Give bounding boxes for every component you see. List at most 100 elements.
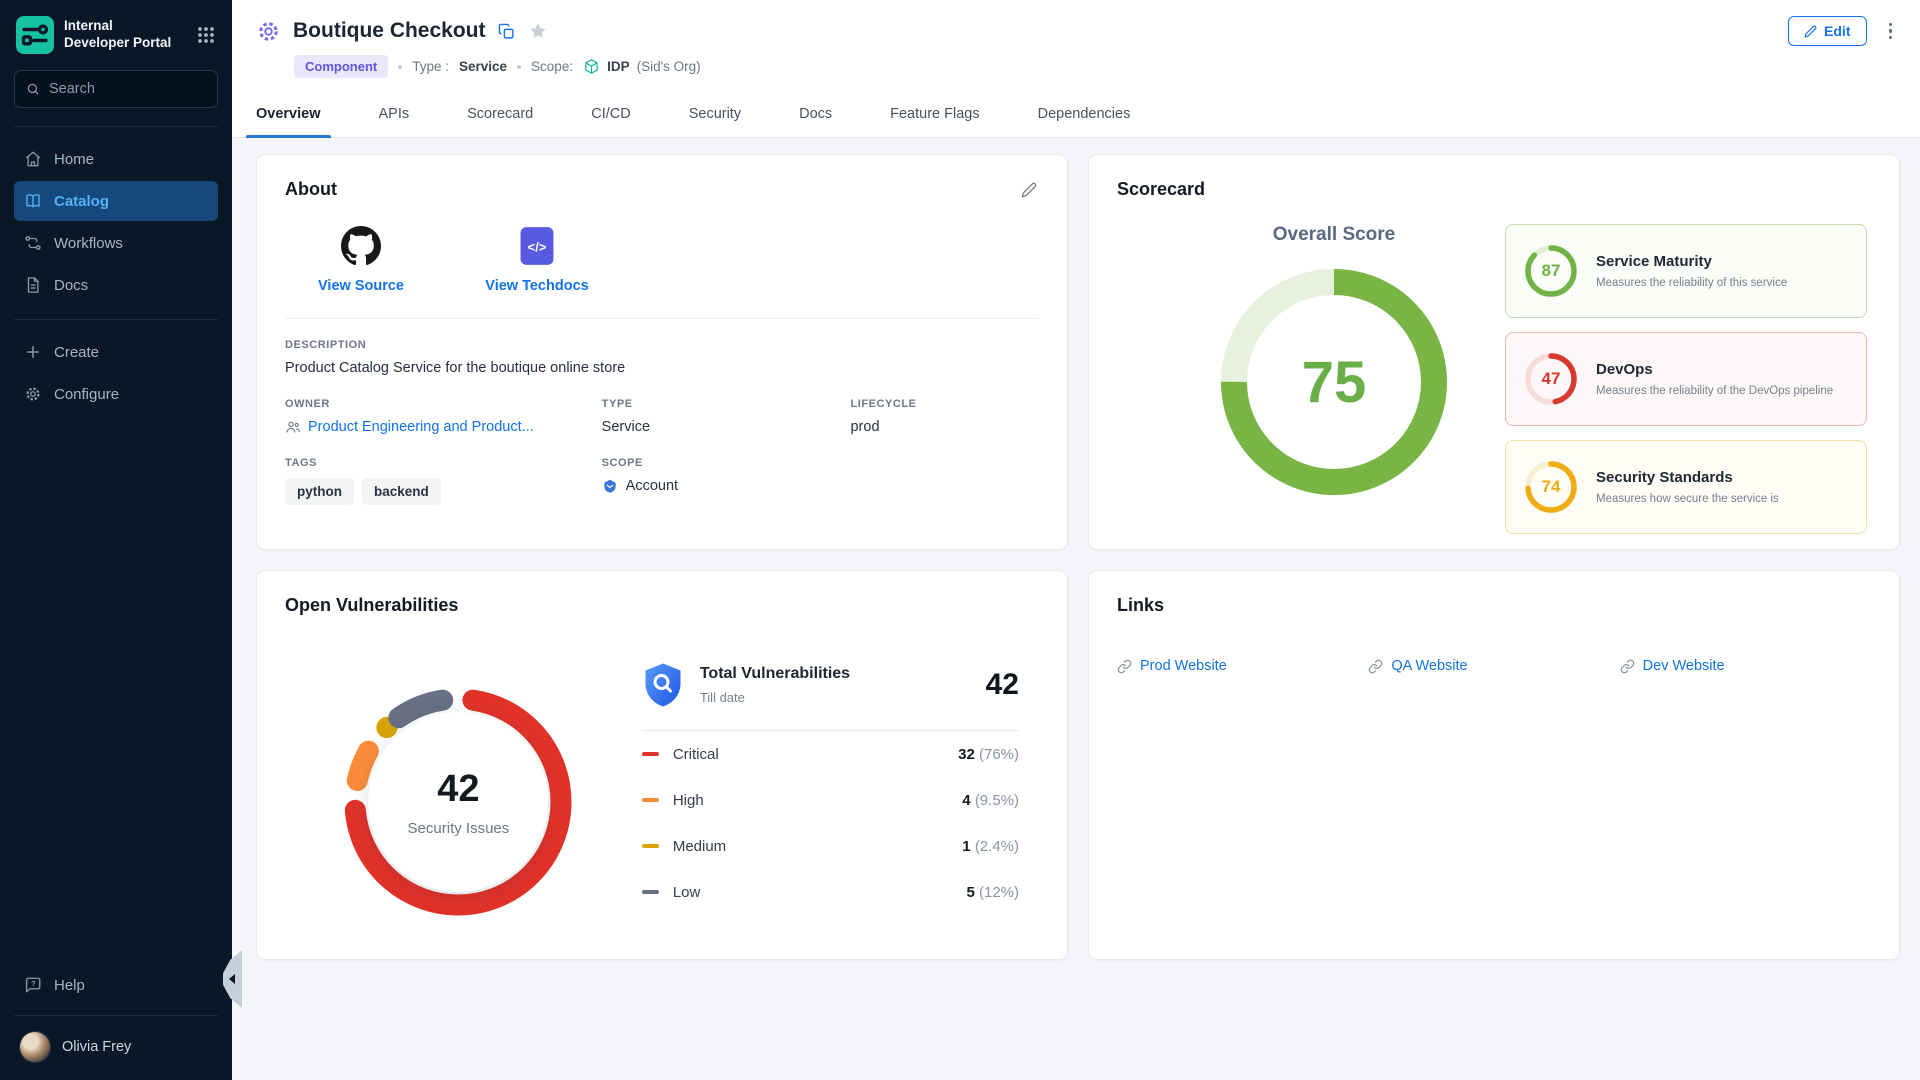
dot-separator xyxy=(398,65,402,69)
scope-value: IDP (Sid's Org) xyxy=(583,58,701,75)
home-icon xyxy=(24,150,42,168)
tab-overview[interactable]: Overview xyxy=(246,90,331,137)
tab-apis[interactable]: APIs xyxy=(369,90,420,137)
legend-row-medium: Medium 1 (2.4%) xyxy=(642,823,1019,869)
tag-backend[interactable]: backend xyxy=(362,478,441,505)
vulnerabilities-title: Open Vulnerabilities xyxy=(285,595,458,616)
tab-scorecard[interactable]: Scorecard xyxy=(457,90,543,137)
legend-row-low: Low 5 (12%) xyxy=(642,869,1019,915)
chevron-left-icon xyxy=(229,974,235,984)
more-options-icon[interactable] xyxy=(1885,19,1897,44)
tab-cicd[interactable]: CI/CD xyxy=(581,90,640,137)
sidebar-divider xyxy=(14,1015,218,1016)
app-root: Internal Developer Portal Home Catalog W… xyxy=(0,0,1920,1080)
user-menu[interactable]: Olivia Frey xyxy=(14,1022,218,1062)
user-name: Olivia Frey xyxy=(62,1039,131,1055)
owner-link[interactable]: Product Engineering and Product... xyxy=(285,419,602,435)
about-card: About View Source </> View Techdocs xyxy=(256,154,1068,550)
view-techdocs-link[interactable]: </> View Techdocs xyxy=(485,226,589,294)
main-area: Boutique Checkout Edit Component xyxy=(232,0,1920,1080)
catalog-icon xyxy=(24,192,42,210)
sidebar-item-create[interactable]: Create xyxy=(14,332,218,372)
edit-button[interactable]: Edit xyxy=(1788,16,1866,46)
links-card: Links Prod Website QA Website xyxy=(1088,570,1900,960)
sidebar-item-home[interactable]: Home xyxy=(14,139,218,179)
tag-python[interactable]: python xyxy=(285,478,354,505)
critical-dash xyxy=(642,752,659,757)
pencil-icon xyxy=(1804,25,1817,38)
link-qa-website[interactable]: QA Website xyxy=(1368,658,1619,674)
favorite-star-icon[interactable] xyxy=(527,20,549,42)
sidebar-item-docs[interactable]: Docs xyxy=(14,265,218,305)
component-badge: Component xyxy=(294,55,388,78)
lifecycle-field: prod xyxy=(850,419,1039,435)
sidebar-search[interactable] xyxy=(14,70,218,108)
link-dev-website[interactable]: Dev Website xyxy=(1620,658,1871,674)
divider xyxy=(285,318,1039,319)
help-icon: ? xyxy=(24,976,42,994)
sidebar-divider xyxy=(14,319,218,320)
copy-icon[interactable] xyxy=(496,21,517,42)
search-icon xyxy=(26,81,40,97)
sidebar-item-workflows[interactable]: Workflows xyxy=(14,223,218,263)
user-avatar xyxy=(20,1032,50,1062)
page-title: Boutique Checkout xyxy=(293,19,486,43)
legend-row-critical: Critical 32 (76%) xyxy=(642,731,1019,777)
about-edit-pencil-icon[interactable] xyxy=(1019,180,1039,200)
vulnerabilities-card: Open Vulnerabilities xyxy=(256,570,1068,960)
view-source-link[interactable]: View Source xyxy=(309,226,413,294)
search-input[interactable] xyxy=(49,81,206,97)
sidebar-divider xyxy=(14,126,218,127)
component-gear-icon xyxy=(256,19,281,44)
scorecard-title: Scorecard xyxy=(1117,179,1205,200)
medium-dash xyxy=(642,844,659,849)
score-item-security-standards[interactable]: 74 Security Standards Measures how secur… xyxy=(1505,440,1867,534)
type-field: Service xyxy=(602,419,851,435)
score-item-service-maturity[interactable]: 87 Service Maturity Measures the reliabi… xyxy=(1505,224,1867,318)
scorecard-card: Scorecard Overall Score 75 xyxy=(1088,154,1900,550)
score-ring: 87 xyxy=(1522,242,1580,300)
low-dash xyxy=(642,890,659,895)
content-area: About View Source </> View Techdocs xyxy=(232,138,1920,1080)
link-icon xyxy=(1620,659,1635,674)
score-ring: 47 xyxy=(1522,350,1580,408)
sidebar-bottom: ? Help Olivia Frey xyxy=(14,965,218,1062)
sidebar-item-help[interactable]: ? Help xyxy=(14,965,218,1005)
description-value: Product Catalog Service for the boutique… xyxy=(285,360,1039,376)
portal-logo-icon xyxy=(16,16,54,54)
link-icon xyxy=(1368,659,1383,674)
score-item-devops[interactable]: 47 DevOps Measures the reliability of th… xyxy=(1505,332,1867,426)
about-title: About xyxy=(285,179,337,200)
account-scope-icon xyxy=(602,478,618,494)
sidebar-item-catalog[interactable]: Catalog xyxy=(14,181,218,221)
total-vulnerabilities-value: 42 xyxy=(986,668,1019,702)
tab-security[interactable]: Security xyxy=(679,90,751,137)
breadcrumb: Component Type : Service Scope: IDP (Sid… xyxy=(294,55,1896,90)
logo-row: Internal Developer Portal xyxy=(14,0,218,70)
vulnerabilities-donut: 42 Security Issues xyxy=(332,676,584,928)
tab-dependencies[interactable]: Dependencies xyxy=(1028,90,1141,137)
sidebar-item-configure[interactable]: Configure xyxy=(14,374,218,414)
shield-scan-icon xyxy=(642,662,684,708)
sidebar: Internal Developer Portal Home Catalog W… xyxy=(0,0,232,1080)
team-icon xyxy=(285,419,301,435)
overall-score-label: Overall Score xyxy=(1273,224,1396,246)
security-issues-count: 42 xyxy=(437,768,479,811)
legend-row-high: High 4 (9.5%) xyxy=(642,777,1019,823)
app-grid-icon[interactable] xyxy=(196,25,216,45)
link-icon xyxy=(1117,659,1132,674)
svg-text:?: ? xyxy=(31,979,36,988)
score-ring: 74 xyxy=(1522,458,1580,516)
portal-title: Internal Developer Portal xyxy=(64,18,186,52)
type-value: Service xyxy=(459,59,507,74)
page-header: Boutique Checkout Edit Component xyxy=(232,0,1920,90)
workflows-icon xyxy=(24,234,42,252)
cube-icon xyxy=(583,58,600,75)
overall-score-donut: 75 xyxy=(1218,266,1450,498)
docs-icon xyxy=(24,276,42,294)
tab-bar: Overview APIs Scorecard CI/CD Security D… xyxy=(232,90,1920,138)
link-prod-website[interactable]: Prod Website xyxy=(1117,658,1368,674)
tab-feature-flags[interactable]: Feature Flags xyxy=(880,90,989,137)
tab-docs[interactable]: Docs xyxy=(789,90,842,137)
gear-icon xyxy=(24,385,42,403)
